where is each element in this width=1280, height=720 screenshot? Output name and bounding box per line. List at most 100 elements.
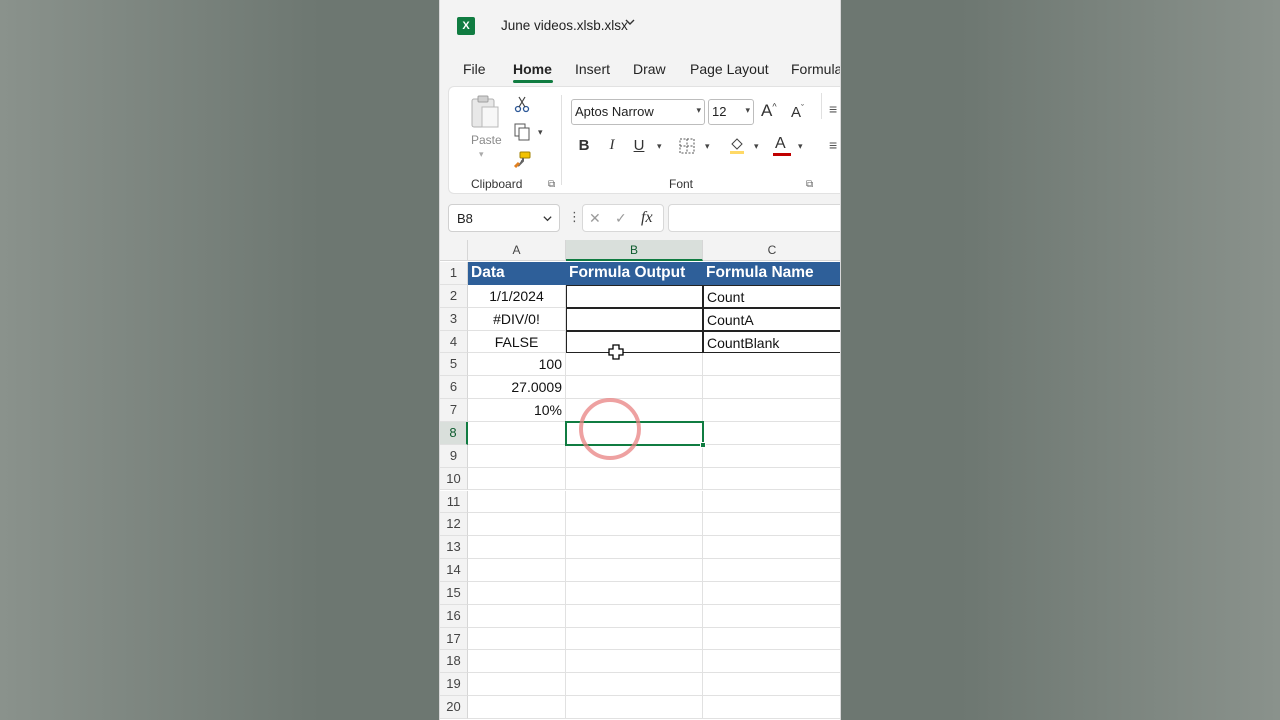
row-header[interactable]: 19 <box>440 673 468 697</box>
cell-c9[interactable] <box>703 445 840 468</box>
cell-b15[interactable] <box>566 581 703 605</box>
cell-a5[interactable]: 100 <box>468 353 566 377</box>
cell-a6[interactable]: 27.0009 <box>468 376 566 400</box>
row-header[interactable]: 15 <box>440 581 468 605</box>
increase-font-size-button[interactable]: A^ <box>761 101 777 121</box>
cell-b10[interactable] <box>566 467 703 491</box>
row-header[interactable]: 14 <box>440 559 468 582</box>
row-header[interactable]: 18 <box>440 650 468 674</box>
cell-b17[interactable] <box>566 627 703 651</box>
cell-c10[interactable] <box>703 468 840 491</box>
cell-c3[interactable]: CountA <box>703 307 840 331</box>
align-icon[interactable]: ≡ <box>829 137 837 153</box>
cell-c6[interactable] <box>703 376 840 400</box>
cut-icon[interactable] <box>513 95 531 113</box>
underline-button[interactable]: U <box>630 137 648 154</box>
chevron-down-icon[interactable] <box>624 16 636 31</box>
row-header[interactable]: 10 <box>440 467 468 491</box>
cell-c11[interactable] <box>703 491 840 514</box>
cell-a9[interactable] <box>468 444 566 468</box>
font-size-select[interactable]: 12 ▾ <box>708 99 754 125</box>
fill-color-chevron-icon[interactable]: ▾ <box>754 141 759 152</box>
copy-icon[interactable] <box>513 123 531 141</box>
insert-function-icon[interactable]: fx <box>641 209 653 227</box>
font-launcher-icon[interactable]: ⧉ <box>806 179 813 190</box>
formula-input[interactable] <box>668 204 840 232</box>
cell-a10[interactable] <box>468 467 566 491</box>
cell-c5[interactable] <box>703 353 840 377</box>
name-box[interactable]: B8 <box>448 204 560 232</box>
row-header[interactable]: 9 <box>440 444 468 468</box>
cell-c15[interactable] <box>703 582 840 605</box>
borders-chevron-icon[interactable]: ▾ <box>705 141 710 152</box>
bold-button[interactable]: B <box>575 137 593 154</box>
clipboard-launcher-icon[interactable]: ⧉ <box>548 179 555 190</box>
cell-a13[interactable] <box>468 536 566 560</box>
underline-chevron-icon[interactable]: ▾ <box>657 141 662 152</box>
cell-a16[interactable] <box>468 604 566 628</box>
cell-a19[interactable] <box>468 673 566 697</box>
cell-b1[interactable]: Formula Output <box>566 262 703 285</box>
row-header[interactable]: 11 <box>440 490 468 514</box>
tab-draw[interactable]: Draw <box>633 61 666 77</box>
row-header[interactable]: 3 <box>440 307 468 331</box>
row-header[interactable]: 2 <box>440 284 468 308</box>
file-title[interactable]: June videos.xlsb.xlsx <box>501 18 628 33</box>
tab-home[interactable]: Home <box>513 61 552 77</box>
cell-b20[interactable] <box>566 696 703 719</box>
column-header-b[interactable]: B <box>566 240 703 261</box>
row-header[interactable]: 4 <box>440 330 468 354</box>
align-icon[interactable]: ≡ <box>829 101 837 117</box>
cell-b19[interactable] <box>566 673 703 697</box>
fill-handle[interactable] <box>700 441 706 448</box>
cell-b14[interactable] <box>566 559 703 582</box>
row-header[interactable]: 8 <box>440 421 468 445</box>
cell-a17[interactable] <box>468 627 566 651</box>
cell-a8[interactable] <box>468 421 566 445</box>
row-header[interactable]: 7 <box>440 399 468 422</box>
cell-a4[interactable]: FALSE <box>468 330 566 354</box>
cell-a11[interactable] <box>468 490 566 514</box>
cell-a15[interactable] <box>468 581 566 605</box>
cell-b13[interactable] <box>566 536 703 560</box>
cell-c8[interactable] <box>703 422 840 445</box>
tab-formulas[interactable]: Formula <box>791 61 840 77</box>
column-header-a[interactable]: A <box>468 240 566 261</box>
cell-c16[interactable] <box>703 605 840 628</box>
tab-file[interactable]: File <box>463 61 486 77</box>
cell-c4[interactable]: CountBlank <box>703 330 840 354</box>
cell-c19[interactable] <box>703 673 840 697</box>
row-header[interactable]: 16 <box>440 604 468 628</box>
column-header-c[interactable]: C <box>703 240 840 261</box>
cell-b3[interactable] <box>566 307 703 331</box>
italic-button[interactable]: I <box>603 137 621 154</box>
cancel-icon[interactable]: ✕ <box>589 210 601 227</box>
cell-a20[interactable] <box>468 696 566 719</box>
copy-chevron-icon[interactable]: ▾ <box>538 127 543 138</box>
row-header[interactable]: 20 <box>440 696 468 719</box>
font-color-chevron-icon[interactable]: ▾ <box>798 141 803 152</box>
cell-c12[interactable] <box>703 513 840 537</box>
cell-b16[interactable] <box>566 604 703 628</box>
cell-b4[interactable] <box>566 330 703 354</box>
cell-c17[interactable] <box>703 628 840 651</box>
row-header[interactable]: 5 <box>440 353 468 377</box>
select-all-corner[interactable] <box>440 240 468 261</box>
tab-page-layout[interactable]: Page Layout <box>690 61 769 77</box>
row-header[interactable]: 1 <box>440 262 468 285</box>
paste-icon[interactable] <box>469 95 501 131</box>
more-options-icon[interactable]: ⋮ <box>568 209 581 225</box>
row-header[interactable]: 6 <box>440 376 468 400</box>
cell-b12[interactable] <box>566 513 703 537</box>
cell-c20[interactable] <box>703 696 840 719</box>
cell-b18[interactable] <box>566 650 703 674</box>
cell-c2[interactable]: Count <box>703 284 840 308</box>
cell-c14[interactable] <box>703 559 840 582</box>
cell-b2[interactable] <box>566 284 703 308</box>
row-header[interactable]: 17 <box>440 627 468 651</box>
paste-chevron-icon[interactable]: ▾ <box>479 149 484 160</box>
borders-icon[interactable] <box>679 138 695 154</box>
row-header[interactable]: 13 <box>440 536 468 560</box>
cell-c18[interactable] <box>703 650 840 674</box>
tab-insert[interactable]: Insert <box>575 61 610 77</box>
